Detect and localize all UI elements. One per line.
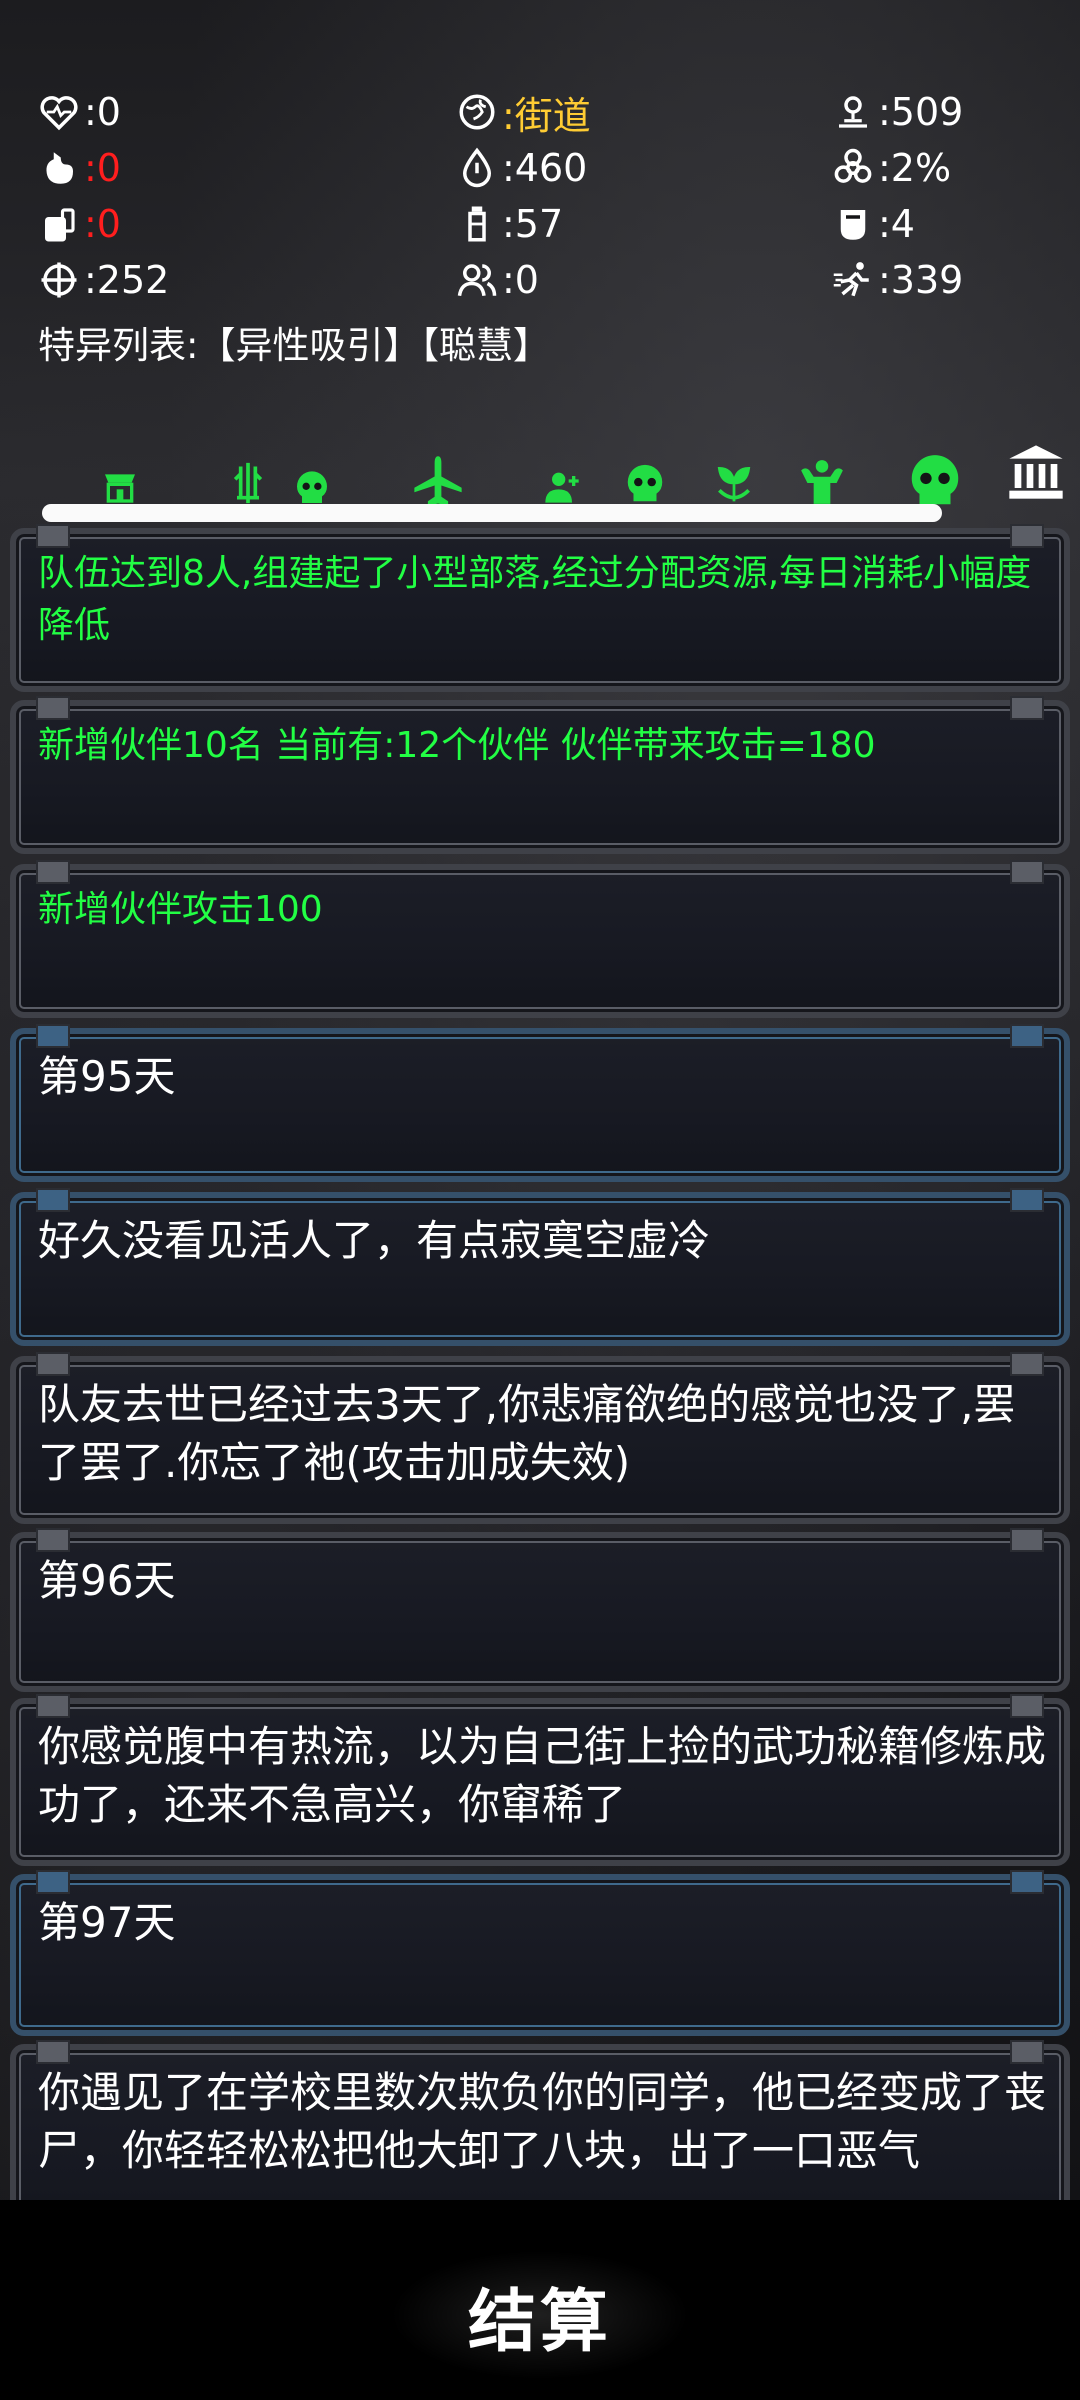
water-drop-icon [462, 147, 492, 188]
running-man-icon [833, 262, 869, 297]
stat-attack: :252 [38, 256, 169, 304]
skull-small-icon[interactable] [292, 468, 332, 508]
heart-pulse-icon [40, 96, 78, 131]
airplane-icon[interactable] [410, 454, 466, 508]
log-card: 新增伙伴10名 当前有:12个伙伴 伙伴带来攻击=180 [10, 696, 1070, 854]
weapon-icon[interactable] [226, 460, 270, 506]
globe-pin-icon [459, 94, 495, 130]
food-bag-icon [45, 208, 75, 242]
log-card: 好久没看见活人了，有点寂寞空虚冷 [10, 1188, 1070, 1346]
log-text: 好久没看见活人了，有点寂寞空虚冷 [38, 1216, 711, 1265]
log-text: 第95天 [38, 1052, 176, 1101]
skull-icon[interactable] [622, 460, 668, 508]
stat-food-supply: :0 [38, 200, 121, 248]
settle-button[interactable]: 结算 [390, 2250, 690, 2380]
location-pin-icon [839, 96, 867, 128]
log-text: 你感觉腹中有热流，以为自己街上捡的武功秘籍修炼成功了，还来不急高兴，你窜稀了 [38, 1722, 1047, 1829]
stat-bottle: :57 [456, 200, 563, 248]
log-card: 第96天 [10, 1528, 1070, 1692]
log-text: 你遇见了在学校里数次欺负你的同学，他已经变成了丧尸，你轻轻松松把他大卸了八块，出… [38, 2068, 1047, 2175]
stat-infection: :2% [832, 144, 951, 192]
bank-icon[interactable] [1004, 440, 1068, 504]
stat-health: :0 [38, 88, 121, 136]
stomach-icon [46, 152, 73, 184]
log-text: 新增伙伴10名 当前有:12个伙伴 伙伴带来攻击=180 [38, 725, 876, 766]
mask-icon [840, 210, 866, 240]
stat-distance: :509 [832, 88, 963, 136]
log-text: 第96天 [38, 1556, 176, 1605]
stat-speed: :339 [832, 256, 963, 304]
stat-hunger: :0 [38, 144, 121, 192]
plant-icon[interactable] [712, 460, 756, 506]
log-text: 第97天 [38, 1898, 176, 1947]
shop-icon[interactable] [100, 466, 140, 506]
log-card: 新增伙伴攻击100 [10, 860, 1070, 1018]
log-card: 队友去世已经过去3天了,你悲痛欲绝的感觉也没了,罢了罢了.你忘了祂(攻击加成失效… [10, 1352, 1070, 1524]
biohazard-icon [834, 148, 872, 183]
muscle-icon[interactable] [794, 458, 850, 508]
stat-companions: :0 [456, 256, 539, 304]
bottle-icon [468, 206, 486, 242]
stat-mask: :4 [832, 200, 915, 248]
event-log[interactable]: 队伍达到8人,组建起了小型部落,经过分配资源,每日消耗小幅度降低 新增伙伴10名… [0, 524, 1080, 2200]
log-card: 第95天 [10, 1024, 1070, 1182]
log-card: 队伍达到8人,组建起了小型部落,经过分配资源,每日消耗小幅度降低 [10, 524, 1070, 692]
skull-large-icon[interactable] [904, 450, 966, 512]
people-icon [457, 264, 497, 297]
log-card: 你感觉腹中有热流，以为自己街上捡的武功秘籍修炼成功了，还来不急高兴，你窜稀了 [10, 1694, 1070, 1866]
traits-list: 特异列表:【异性吸引】【聪慧】 [38, 324, 550, 367]
log-card: 第97天 [10, 1870, 1070, 2036]
log-text: 新增伙伴攻击100 [38, 889, 323, 930]
stats-panel: :0 :街道 :509 :0 :460 :2% :0 :57 :4 :252 :… [0, 88, 1080, 308]
stat-water: :460 [456, 144, 587, 192]
stat-location: :街道 [456, 88, 591, 138]
log-text: 队伍达到8人,组建起了小型部落,经过分配资源,每日消耗小幅度降低 [38, 553, 1032, 646]
progress-bar [42, 504, 942, 522]
log-card: 你遇见了在学校里数次欺负你的同学，他已经变成了丧尸，你轻轻松松把他大卸了八块，出… [10, 2040, 1070, 2200]
recruit-icon[interactable] [540, 466, 584, 506]
log-text: 队友去世已经过去3天了,你悲痛欲绝的感觉也没了,罢了罢了.你忘了祂(攻击加成失效… [38, 1380, 1016, 1487]
crosshair-icon [41, 262, 77, 298]
